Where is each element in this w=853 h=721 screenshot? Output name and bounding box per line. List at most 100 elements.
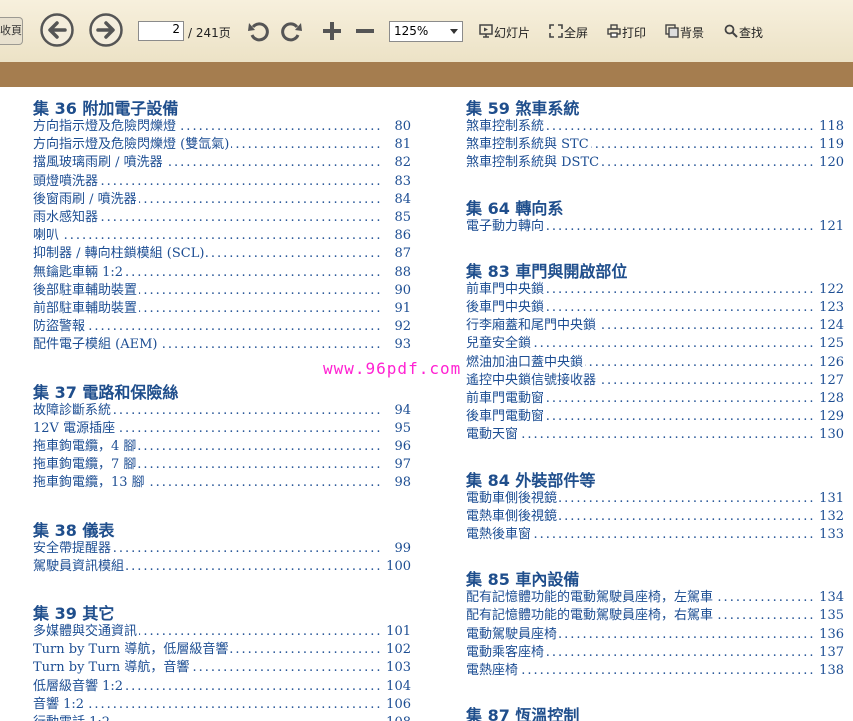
toc-entry[interactable]: ........................................… xyxy=(33,227,411,246)
toc-entry-page: 129 xyxy=(817,408,844,427)
toc-entry[interactable]: ........................................… xyxy=(33,154,411,173)
toc-entry-title: Turn by Turn 導航，音響 xyxy=(33,659,192,678)
toc-entry[interactable]: ........................................… xyxy=(466,280,844,299)
toc-entry-page: 126 xyxy=(817,353,844,372)
toc-entry[interactable]: ........................................… xyxy=(33,714,411,721)
toc-entry[interactable]: ........................................… xyxy=(466,607,844,626)
toc-entry-title: 遙控中央鎖信號接收器 xyxy=(466,371,599,390)
toc-entry-page: 86 xyxy=(392,227,411,246)
toc-entry[interactable]: ........................................… xyxy=(466,390,844,408)
toc-entry[interactable]: ........................................… xyxy=(466,526,844,544)
toc-entry[interactable]: ........................................… xyxy=(33,336,411,355)
toc-entry[interactable]: ........................................… xyxy=(33,539,411,558)
zoom-out-icon[interactable] xyxy=(354,19,376,43)
viewer-toolbar: 收頁 2 / 241页 125% 幻灯片 全屏 打印 背景 查找 xyxy=(0,0,853,63)
toc-entry[interactable]: ........................................… xyxy=(466,118,844,136)
rotate-left-icon[interactable] xyxy=(247,19,269,43)
toc-entry[interactable]: ........................................… xyxy=(33,172,411,191)
toc-entry[interactable]: ........................................… xyxy=(33,438,411,456)
toc-entry[interactable]: ........................................… xyxy=(33,136,411,155)
toc-entry[interactable]: ........................................… xyxy=(466,489,844,508)
section-heading: 集 37 電路和保險絲 xyxy=(33,382,179,402)
toc-entry[interactable]: ........................................… xyxy=(33,456,411,475)
toc-entry[interactable]: ........................................… xyxy=(466,662,844,680)
previous-page-icon[interactable] xyxy=(40,13,74,47)
toc-entry-page: 99 xyxy=(392,539,411,558)
toc-entry[interactable]: ........................................… xyxy=(33,419,411,438)
toc-entry-title: 前部駐車輔助裝置 xyxy=(33,300,140,318)
toc-entry-title: 煞車控制系統 xyxy=(466,118,547,136)
toc-entry[interactable]: ........................................… xyxy=(466,589,844,608)
toc-entry-page: 122 xyxy=(817,280,844,299)
toc-entry[interactable]: ........................................… xyxy=(33,209,411,227)
toc-entry[interactable]: ........................................… xyxy=(466,507,844,526)
toc-entry[interactable]: ........................................… xyxy=(33,118,411,136)
toc-entry[interactable]: ........................................… xyxy=(466,371,844,390)
home-page-button[interactable]: 收頁 xyxy=(0,17,23,45)
toc-entry-title: 電熱座椅 xyxy=(466,662,521,680)
toc-entry-title: 配有記憶體功能的電動駕駛員座椅，左駕車 xyxy=(466,589,716,608)
toc-entry[interactable]: ........................................… xyxy=(33,300,411,318)
toc-entry[interactable]: ........................................… xyxy=(466,408,844,427)
toc-entry-page: 136 xyxy=(817,625,844,644)
toc-entry[interactable]: ........................................… xyxy=(466,317,844,336)
section-heading: 集 38 儀表 xyxy=(33,520,115,540)
toc-entry[interactable]: ........................................… xyxy=(33,245,411,264)
toc-entry[interactable]: ........................................… xyxy=(466,136,844,155)
toc-entry-title: 後車門中央鎖 xyxy=(466,299,547,317)
toc-entry-title: 拖車鉤電纜，13 腳 xyxy=(33,474,147,493)
toc-entry-title: 防盜警報 xyxy=(33,318,88,337)
toc-entry[interactable]: ........................................… xyxy=(33,190,411,209)
toc-entry-title: 低層級音響 1:2 xyxy=(33,677,126,696)
toc-entry[interactable]: ........................................… xyxy=(466,353,844,372)
next-page-icon[interactable] xyxy=(89,13,123,47)
toc-entry-title: 電熱後車窗 xyxy=(466,526,534,544)
toc-entry-title: 電子動力轉向 xyxy=(466,217,547,236)
toc-entry-page: 88 xyxy=(392,263,411,282)
toc-entry[interactable]: ........................................… xyxy=(466,217,844,236)
chevron-down-icon xyxy=(450,29,458,34)
toc-entry-page: 104 xyxy=(384,677,411,696)
toc-entry[interactable]: ........................................… xyxy=(33,557,411,576)
toc-entry[interactable]: ........................................… xyxy=(33,318,411,337)
rotate-right-icon[interactable] xyxy=(281,19,303,43)
toc-entry-page: 82 xyxy=(392,154,411,173)
toc-entry-title: 行李廂蓋和尾門中央鎖 xyxy=(466,317,599,336)
toc-entry-page: 119 xyxy=(817,136,844,155)
toc-entry-title: 電熱車側後視鏡 xyxy=(466,507,560,526)
toc-entry[interactable]: ........................................… xyxy=(466,625,844,644)
toc-entry[interactable]: ........................................… xyxy=(33,659,411,678)
toc-entry[interactable]: ........................................… xyxy=(466,643,844,662)
toc-entry[interactable]: ........................................… xyxy=(33,263,411,282)
toc-entry-title: 無鑰匙車輛 1:2 xyxy=(33,263,126,282)
toc-entry-page: 128 xyxy=(817,390,844,408)
toc-entry-page: 85 xyxy=(392,209,411,227)
toc-entry-title: 拖車鉤電纜，4 腳 xyxy=(33,438,139,456)
toc-entry[interactable]: ........................................… xyxy=(33,401,411,420)
toc-entry-title: 煞車控制系統與 DSTC xyxy=(466,154,602,173)
toc-entry[interactable]: ........................................… xyxy=(466,335,844,354)
toc-entry-page: 80 xyxy=(392,118,411,136)
toc-entry-page: 84 xyxy=(392,190,411,209)
toc-entry[interactable]: ........................................… xyxy=(466,299,844,317)
toc-entry[interactable]: ........................................… xyxy=(466,426,844,445)
toc-entry[interactable]: ........................................… xyxy=(33,623,411,641)
toc-entry-title: 後窗雨刷 / 噴洗器 xyxy=(33,190,139,209)
zoom-select[interactable]: 125% xyxy=(389,21,463,42)
toc-entry[interactable]: ........................................… xyxy=(33,677,411,696)
page-number-input[interactable]: 2 xyxy=(138,21,184,41)
toc-entry[interactable]: ........................................… xyxy=(33,281,411,300)
section-heading: 集 84 外裝部件等 xyxy=(466,470,596,490)
toc-entry[interactable]: ........................................… xyxy=(33,641,411,660)
section-heading: 集 64 轉向系 xyxy=(466,198,564,218)
background-icon xyxy=(665,24,679,38)
zoom-in-icon[interactable] xyxy=(321,19,343,43)
toc-entry-title: 後部駐車輔助裝置 xyxy=(33,281,140,300)
toc-entry-page: 95 xyxy=(392,419,411,438)
toc-entry-page: 103 xyxy=(384,659,411,678)
toc-entry[interactable]: ........................................… xyxy=(33,474,411,493)
toc-entry[interactable]: ........................................… xyxy=(466,154,844,173)
toc-entry-title: 12V 電源插座 xyxy=(33,419,118,438)
toc-entry[interactable]: ........................................… xyxy=(33,695,411,714)
toc-entry-page: 138 xyxy=(817,662,844,680)
